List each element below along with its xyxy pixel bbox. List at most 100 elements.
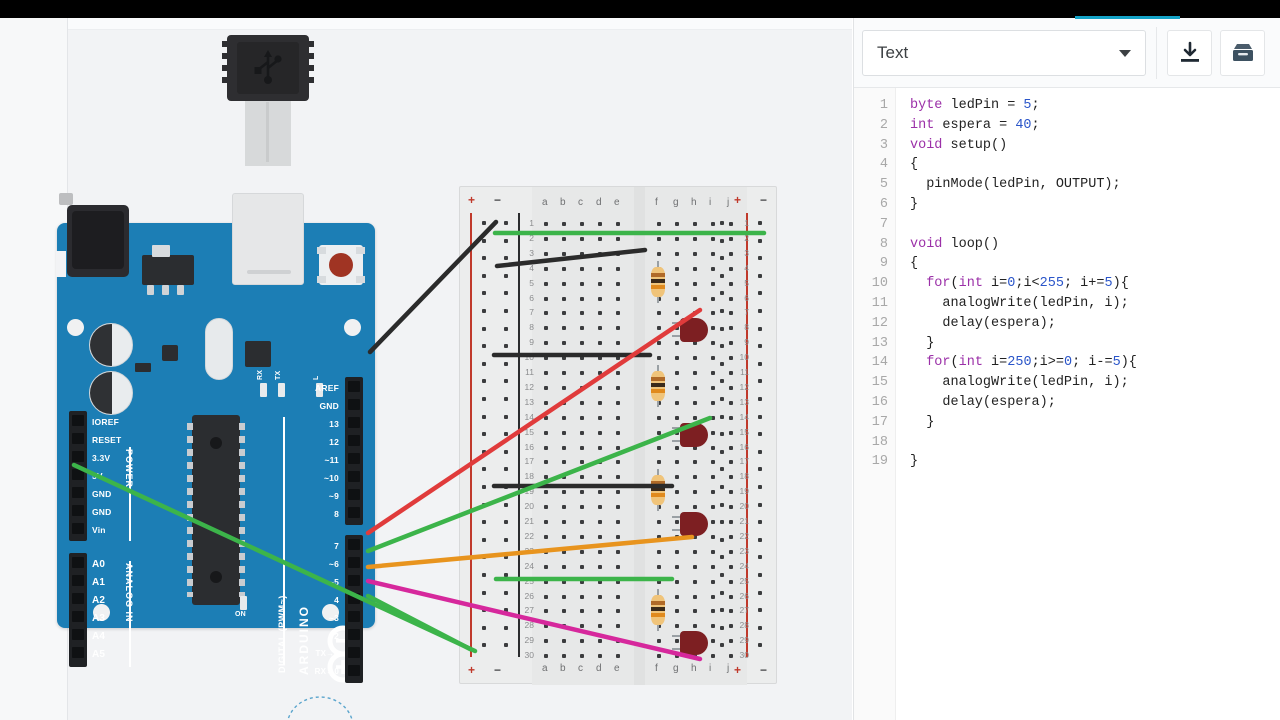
breadboard-hole[interactable] xyxy=(562,341,566,346)
breadboard-hole[interactable] xyxy=(729,654,733,659)
breadboard-hole[interactable] xyxy=(675,475,679,480)
led[interactable] xyxy=(672,318,708,343)
breadboard-hole[interactable] xyxy=(616,281,620,286)
breadboard-hole[interactable] xyxy=(711,281,715,286)
breadboard-hole[interactable] xyxy=(598,520,602,524)
code-line[interactable]: for(int i=250;i>=0; i-=5){ xyxy=(910,353,1280,373)
breadboard-hole[interactable] xyxy=(675,579,679,584)
breadboard-hole[interactable] xyxy=(711,445,715,450)
breadboard-hole[interactable] xyxy=(580,534,584,539)
breadboard-hole[interactable] xyxy=(675,356,679,361)
led[interactable] xyxy=(672,512,708,536)
breadboard-hole[interactable] xyxy=(580,222,584,226)
breadboard-hole[interactable] xyxy=(562,385,566,390)
breadboard-hole[interactable] xyxy=(544,520,548,524)
breadboard-hole[interactable] xyxy=(616,654,620,659)
breadboard-rail-hole[interactable] xyxy=(482,379,486,384)
breadboard-rail-hole[interactable] xyxy=(482,326,486,331)
breadboard-rail-hole[interactable] xyxy=(758,291,762,296)
breadboard-rail-hole[interactable] xyxy=(504,344,508,349)
breadboard-rail-hole[interactable] xyxy=(504,502,508,507)
breadboard-hole[interactable] xyxy=(562,505,566,510)
breadboard-hole[interactable] xyxy=(711,296,715,301)
breadboard-hole[interactable] xyxy=(711,579,715,584)
breadboard-hole[interactable] xyxy=(580,385,584,390)
breadboard-hole[interactable] xyxy=(693,311,697,316)
breadboard-hole[interactable] xyxy=(675,222,679,226)
breadboard-hole[interactable] xyxy=(729,520,733,524)
breadboard-hole[interactable] xyxy=(580,564,584,569)
breadboard-hole[interactable] xyxy=(598,385,602,390)
breadboard-rail-hole[interactable] xyxy=(482,537,486,542)
breadboard-hole[interactable] xyxy=(693,490,697,495)
breadboard-hole[interactable] xyxy=(657,356,661,361)
breadboard-hole[interactable] xyxy=(675,296,679,301)
breadboard-hole[interactable] xyxy=(616,445,620,450)
breadboard-hole[interactable] xyxy=(693,594,697,599)
breadboard-hole[interactable] xyxy=(675,385,679,390)
code-line[interactable]: analogWrite(ledPin, i); xyxy=(910,373,1280,393)
breadboard-rail-hole[interactable] xyxy=(720,608,724,613)
breadboard-hole[interactable] xyxy=(598,415,602,420)
code-line[interactable]: analogWrite(ledPin, i); xyxy=(910,294,1280,314)
digital-header-bottom[interactable] xyxy=(345,535,363,683)
breadboard-hole[interactable] xyxy=(675,624,679,629)
breadboard-hole[interactable] xyxy=(657,415,661,420)
breadboard-hole[interactable] xyxy=(598,296,602,301)
breadboard-hole[interactable] xyxy=(729,326,733,331)
breadboard-hole[interactable] xyxy=(598,266,602,271)
breadboard-hole[interactable] xyxy=(580,654,584,659)
breadboard-hole[interactable] xyxy=(598,326,602,331)
breadboard-rail-hole[interactable] xyxy=(720,361,724,366)
breadboard-hole[interactable] xyxy=(729,445,733,450)
breadboard-hole[interactable] xyxy=(711,639,715,644)
led[interactable] xyxy=(672,631,708,656)
breadboard-hole[interactable] xyxy=(598,564,602,569)
breadboard-rail-hole[interactable] xyxy=(720,379,724,384)
breadboard-hole[interactable] xyxy=(693,579,697,584)
breadboard-hole[interactable] xyxy=(675,564,679,569)
breadboard-hole[interactable] xyxy=(616,266,620,271)
breadboard-hole[interactable] xyxy=(675,266,679,271)
breadboard-hole[interactable] xyxy=(693,460,697,465)
resistor[interactable] xyxy=(651,260,665,303)
breadboard-hole[interactable] xyxy=(544,356,548,361)
breadboard-hole[interactable] xyxy=(711,430,715,435)
breadboard-hole[interactable] xyxy=(711,341,715,346)
breadboard-hole[interactable] xyxy=(580,236,584,241)
resistor[interactable] xyxy=(651,588,665,631)
breadboard-hole[interactable] xyxy=(580,281,584,286)
breadboard-hole[interactable] xyxy=(693,475,697,480)
code-line[interactable] xyxy=(910,433,1280,453)
breadboard-hole[interactable] xyxy=(544,266,548,271)
breadboard-rail-hole[interactable] xyxy=(720,573,724,577)
download-button[interactable] xyxy=(1167,29,1213,76)
breadboard-rail-hole[interactable] xyxy=(482,625,486,630)
breadboard-hole[interactable] xyxy=(562,490,566,495)
breadboard-hole[interactable] xyxy=(693,564,697,569)
breadboard-rail-hole[interactable] xyxy=(482,449,486,454)
breadboard-hole[interactable] xyxy=(729,534,733,539)
breadboard-hole[interactable] xyxy=(580,296,584,301)
code-line[interactable]: } xyxy=(910,334,1280,354)
reset-button[interactable] xyxy=(317,245,365,285)
breadboard-hole[interactable] xyxy=(657,236,661,241)
breadboard-rail-hole[interactable] xyxy=(758,273,762,278)
breadboard-hole[interactable] xyxy=(711,236,715,241)
breadboard-rail-hole[interactable] xyxy=(504,555,508,560)
breadboard-hole[interactable] xyxy=(598,639,602,644)
breadboard-hole[interactable] xyxy=(693,222,697,226)
breadboard-hole[interactable] xyxy=(616,251,620,256)
breadboard-rail-hole[interactable] xyxy=(720,344,724,349)
breadboard-hole[interactable] xyxy=(616,356,620,361)
breadboard-hole[interactable] xyxy=(598,505,602,510)
breadboard-hole[interactable] xyxy=(562,445,566,450)
breadboard-rail-hole[interactable] xyxy=(758,326,762,331)
breadboard-hole[interactable] xyxy=(544,400,548,405)
breadboard-hole[interactable] xyxy=(544,505,548,510)
breadboard-hole[interactable] xyxy=(657,341,661,346)
breadboard-hole[interactable] xyxy=(616,296,620,301)
breadboard-hole[interactable] xyxy=(711,549,715,554)
breadboard-hole[interactable] xyxy=(598,534,602,539)
breadboard-rail-hole[interactable] xyxy=(720,537,724,542)
